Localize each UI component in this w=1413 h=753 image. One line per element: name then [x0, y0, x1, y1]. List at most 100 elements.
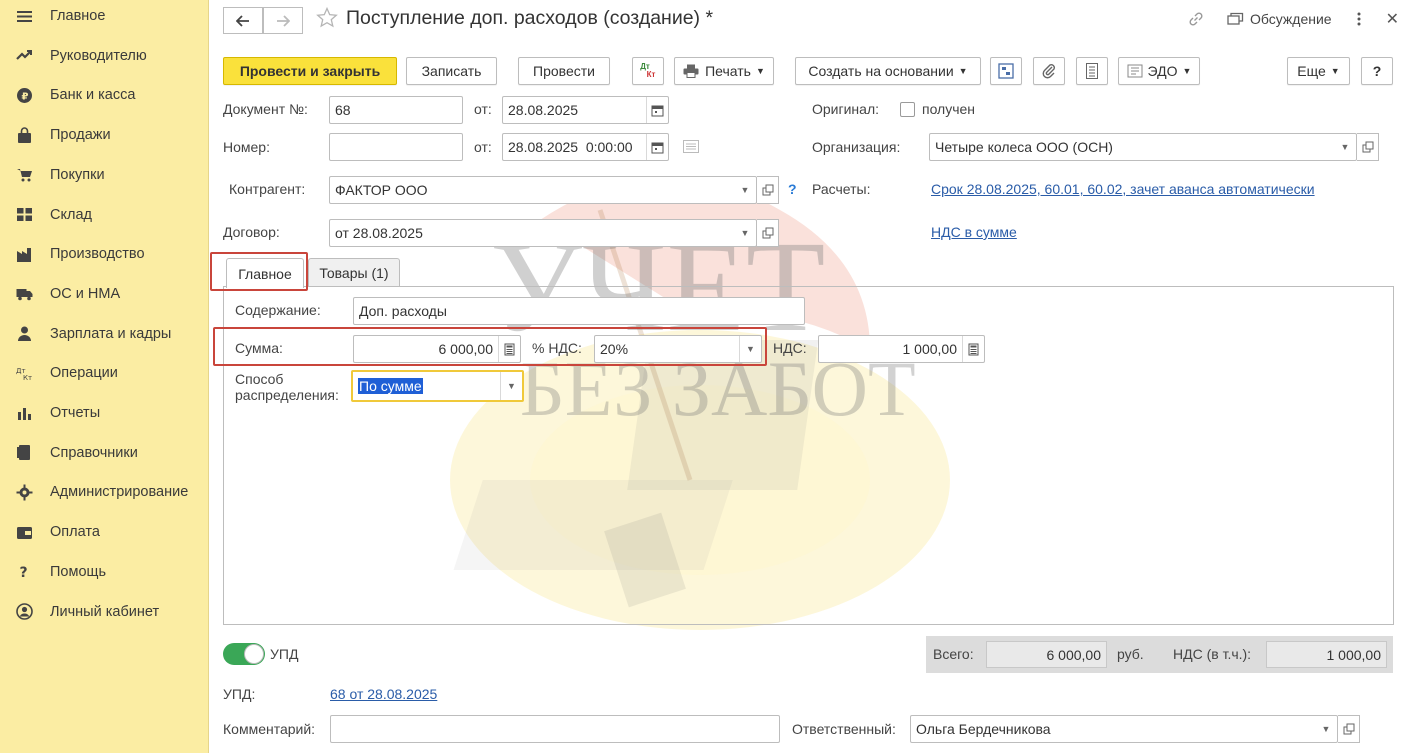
tab-main[interactable]: Главное — [226, 258, 304, 288]
attach-button[interactable] — [1033, 57, 1065, 85]
save-button[interactable]: Записать — [406, 57, 497, 85]
tab-goods[interactable]: Товары (1) — [308, 258, 400, 287]
original-received-checkbox[interactable] — [900, 102, 915, 117]
sidebar-item-16[interactable]: Личный кабинет — [0, 597, 209, 627]
doc-date-field[interactable]: 28.08.2025 — [502, 96, 669, 124]
sidebar-item-8[interactable]: ОС и НМА — [0, 279, 209, 309]
sidebar-item-10[interactable]: Дт Кт Операции — [0, 358, 209, 388]
sidebar-item-label: Руководителю — [50, 47, 147, 64]
sum-field[interactable]: 6 000,00 — [353, 335, 521, 363]
chevron-down-icon[interactable]: ▼ — [734, 220, 756, 246]
svg-text:Кт: Кт — [23, 374, 32, 382]
vat-value: 1 000,00 — [902, 341, 958, 357]
content-value: Доп. расходы — [359, 303, 447, 319]
structure-icon — [998, 63, 1014, 79]
sidebar-item-12[interactable]: Справочники — [0, 438, 209, 468]
doc-number-field[interactable]: 68 — [329, 96, 463, 124]
sidebar-item-15[interactable]: ? Помощь — [0, 557, 209, 587]
contract-field[interactable]: от 28.08.2025 ▼ — [329, 219, 757, 247]
factory-icon — [14, 244, 34, 264]
edo-icon — [1127, 64, 1143, 78]
star-icon[interactable] — [315, 6, 339, 30]
chevron-down-icon[interactable]: ▼ — [739, 336, 761, 362]
distribution-field[interactable]: По сумме ▼ — [351, 370, 524, 402]
forward-button[interactable] — [263, 7, 303, 34]
coin-icon: ₽ — [14, 85, 34, 105]
sidebar-item-label: Склад — [50, 206, 92, 223]
more-vertical-icon[interactable] — [1356, 11, 1362, 27]
distribution-label-line2: распределения: — [235, 387, 339, 403]
svg-text:₽: ₽ — [21, 91, 28, 102]
vat-rate-field[interactable]: 20% ▼ — [594, 335, 762, 363]
more-button[interactable]: Еще ▼ — [1287, 57, 1350, 85]
sidebar-item-3[interactable]: ₽ Банк и касса — [0, 80, 209, 110]
chevron-down-icon[interactable]: ▼ — [734, 177, 756, 203]
discussion-button[interactable]: Обсуждение — [1227, 11, 1332, 27]
help-button[interactable]: ? — [1361, 57, 1393, 85]
vat-field[interactable]: 1 000,00 — [818, 335, 985, 363]
content-label: Содержание: — [235, 302, 321, 318]
calculator-icon[interactable] — [498, 336, 520, 362]
truck-icon — [14, 284, 34, 304]
totals-bar: Всего: 6 000,00 руб. НДС (в т.ч.): 1 000… — [926, 636, 1393, 673]
sidebar-item-7[interactable]: Производство — [0, 239, 209, 269]
sidebar-item-1[interactable]: Главное — [0, 1, 209, 31]
list-icon[interactable] — [683, 140, 699, 153]
sidebar-item-label: Администрирование — [50, 484, 189, 501]
sidebar-item-label: Отчеты — [50, 405, 101, 421]
discussion-icon — [1227, 12, 1244, 25]
open-responsible-button[interactable] — [1338, 715, 1360, 743]
sidebar-item-14[interactable]: Оплата — [0, 517, 209, 547]
organization-field[interactable]: Четыре колеса ООО (ОСН) ▼ — [929, 133, 1357, 161]
chevron-down-icon[interactable]: ▼ — [500, 372, 522, 400]
content-field[interactable]: Доп. расходы — [353, 297, 805, 325]
back-button[interactable] — [223, 7, 263, 34]
sidebar-item-label: Продажи — [50, 127, 111, 144]
chevron-down-icon[interactable]: ▼ — [1315, 716, 1337, 742]
sidebar-item-label: ОС и НМА — [50, 285, 121, 302]
document-list-button[interactable] — [1076, 57, 1108, 85]
open-counterparty-button[interactable] — [757, 176, 779, 204]
contract-label: Договор: — [223, 224, 280, 240]
calendar-icon[interactable] — [646, 134, 668, 160]
settlements-link[interactable]: Срок 28.08.2025, 60.01, 60.02, зачет ава… — [931, 181, 1315, 197]
vat-label: НДС: — [773, 340, 807, 356]
link-icon[interactable] — [1187, 10, 1205, 28]
sidebar-item-13[interactable]: Администрирование — [0, 477, 209, 507]
sidebar-item-9[interactable]: Зарплата и кадры — [0, 319, 209, 349]
structure-button[interactable] — [990, 57, 1022, 85]
responsible-label: Ответственный: — [792, 721, 896, 737]
responsible-field[interactable]: Ольга Бердечникова ▼ — [910, 715, 1338, 743]
upd-toggle[interactable] — [223, 643, 265, 665]
sidebar-item-4[interactable]: Продажи — [0, 120, 209, 150]
sidebar-item-6[interactable]: Склад — [0, 200, 209, 230]
sidebar-item-2[interactable]: Руководителю — [0, 41, 209, 71]
post-and-close-button[interactable]: Провести и закрыть — [223, 57, 397, 85]
create-based-on-button[interactable]: Создать на основании ▼ — [795, 57, 981, 85]
vat-in-amount-link[interactable]: НДС в сумме — [931, 224, 1017, 240]
bag-icon — [14, 125, 34, 145]
edo-label: ЭДО — [1147, 63, 1178, 79]
comment-field[interactable] — [330, 715, 780, 743]
calculator-icon[interactable] — [962, 336, 984, 362]
edo-button[interactable]: ЭДО ▼ — [1118, 57, 1200, 85]
number-field[interactable] — [329, 133, 463, 161]
upd-link[interactable]: 68 от 28.08.2025 — [330, 686, 437, 702]
sidebar-item-label: Банк и касса — [50, 87, 136, 104]
number-date-field[interactable]: 28.08.2025 0:00:00 — [502, 133, 669, 161]
open-contract-button[interactable] — [757, 219, 779, 247]
counterparty-field[interactable]: ФАКТОР ООО ▼ — [329, 176, 757, 204]
counterparty-label: Контрагент: — [229, 181, 306, 197]
open-organization-button[interactable] — [1357, 133, 1379, 161]
sidebar-item-11[interactable]: Отчеты — [0, 398, 209, 428]
counterparty-help-icon[interactable]: ? — [788, 181, 797, 197]
sidebar-item-5[interactable]: Покупки — [0, 160, 209, 190]
print-button[interactable]: Печать ▼ — [674, 57, 774, 85]
post-button[interactable]: Провести — [518, 57, 610, 85]
calendar-icon[interactable] — [646, 97, 668, 123]
chevron-down-icon[interactable]: ▼ — [1334, 134, 1356, 160]
close-icon[interactable]: ✕ — [1386, 9, 1399, 29]
dt-kt-icon-bottom: Кт — [646, 70, 656, 79]
arrow-right-icon — [277, 14, 290, 27]
dt-kt-button[interactable]: Дт Кт — [632, 57, 664, 85]
